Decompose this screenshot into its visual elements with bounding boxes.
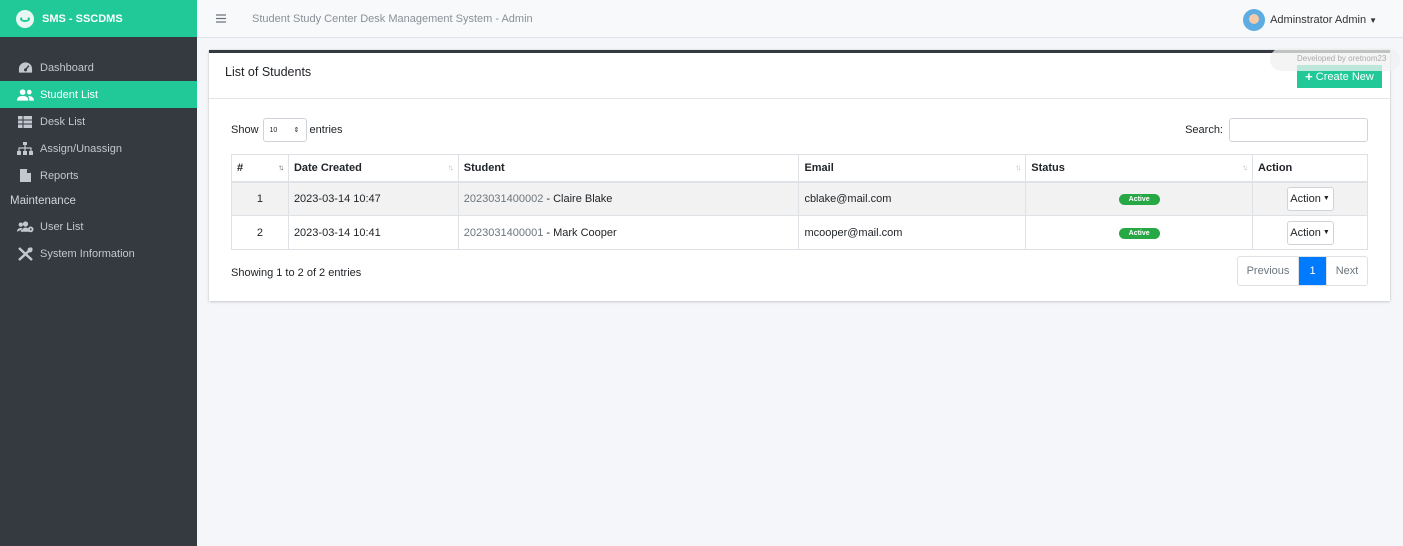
sidebar-item-system-information[interactable]: System Information (0, 240, 197, 267)
sort-icon: ↑↓ (1015, 163, 1021, 172)
sidebar: SMS - SSCDMS Dashboard Student List Desk… (0, 0, 197, 546)
card-title: List of Students (225, 65, 312, 79)
action-cell: Action ▼ (1252, 215, 1368, 250)
column-header-status[interactable]: Status ↑↓ (1025, 154, 1254, 183)
tools-icon (16, 246, 34, 261)
entries-length: Show 10 ⇕ entries (231, 118, 343, 142)
leaf-logo-icon (16, 9, 34, 28)
pagination: Previous 1 Next (1237, 256, 1368, 286)
pagination-previous[interactable]: Previous (1238, 257, 1299, 285)
brand-link[interactable]: SMS - SSCDMS (0, 0, 197, 37)
hamburger-menu-icon[interactable] (216, 12, 226, 26)
sidebar-item-desk-list[interactable]: Desk List (0, 108, 197, 135)
table-row: 2 2023-03-14 10:41 2023031400001 - Mark … (231, 215, 1368, 250)
email-cell: mcooper@mail.com (798, 215, 1027, 250)
sidebar-item-label: Assign/Unassign (40, 142, 122, 155)
entries-select[interactable]: 10 ⇕ (262, 118, 307, 142)
student-list-card: List of Students + Create New Show 10 ⇕ … (209, 50, 1390, 301)
search-label: Search: (1185, 124, 1223, 136)
sort-icon: ↑↓ (1242, 163, 1248, 172)
user-name: Adminstrator Admin (1270, 14, 1367, 26)
column-header-email[interactable]: Email ↑↓ (798, 154, 1027, 183)
column-header-date-created[interactable]: Date Created ↑↓ (287, 154, 459, 183)
plus-icon: + (1305, 69, 1313, 84)
sidebar-item-dashboard[interactable]: Dashboard (0, 54, 197, 81)
student-code: 2023031400002 (463, 192, 544, 205)
student-name: - Claire Blake (543, 192, 613, 205)
system-title: Student Study Center Desk Management Sys… (252, 12, 533, 25)
developer-credit: Developed by oretnom23 (1270, 48, 1400, 71)
sidebar-item-label: Desk List (40, 115, 86, 128)
table-search: Search: (1185, 118, 1368, 142)
email-cell: cblake@mail.com (798, 181, 1027, 216)
table-info: Showing 1 to 2 of 2 entries (231, 267, 362, 279)
sidebar-item-label: System Information (40, 247, 135, 260)
column-header-number[interactable]: # ↑↓ (231, 154, 289, 183)
top-navbar: Student Study Center Desk Management Sys… (197, 0, 1403, 38)
action-dropdown-button[interactable]: Action ▼ (1286, 186, 1334, 211)
action-cell: Action ▼ (1252, 181, 1368, 216)
table-header-row: # ↑↓ Date Created ↑↓ Student Email ↑↓ Statu… (231, 154, 1368, 183)
select-arrows-icon: ⇕ (293, 127, 300, 134)
users-cog-icon (16, 220, 34, 233)
search-input[interactable] (1229, 118, 1368, 142)
sidebar-item-reports[interactable]: Reports (0, 162, 197, 189)
users-icon (16, 88, 34, 101)
tachometer-icon (16, 61, 34, 74)
sidebar-item-label: Dashboard (40, 61, 94, 74)
sidebar-item-student-list[interactable]: Student List (0, 81, 197, 108)
pagination-page-1[interactable]: 1 (1299, 257, 1326, 285)
create-new-label: Create New (1315, 70, 1374, 83)
sidebar-item-label: User List (40, 220, 84, 233)
column-header-student: Student (457, 154, 800, 183)
status-badge: Active (1118, 194, 1160, 206)
student-code: 2023031400001 (463, 226, 544, 239)
brand-name: SMS - SSCDMS (42, 12, 123, 25)
action-dropdown-button[interactable]: Action ▼ (1286, 220, 1334, 245)
show-label: Show (231, 124, 259, 136)
row-number: 2 (231, 215, 289, 250)
date-created: 2023-03-14 10:47 (287, 181, 459, 216)
sitemap-icon (16, 142, 34, 155)
table-row: 1 2023-03-14 10:47 2023031400002 - Clair… (231, 181, 1368, 216)
table-controls: Show 10 ⇕ entries Search: (231, 118, 1368, 142)
sidebar-item-assign-unassign[interactable]: Assign/Unassign (0, 135, 197, 162)
sort-asc-icon: ↑↓ (277, 163, 284, 172)
status-badge: Active (1118, 228, 1160, 239)
caret-down-icon: ▼ (1322, 229, 1330, 236)
file-icon (16, 169, 34, 182)
sidebar-nav: Dashboard Student List Desk List Assign/… (0, 37, 197, 267)
sidebar-item-label: Student List (40, 88, 99, 101)
student-cell: 2023031400002 - Claire Blake (457, 181, 800, 216)
sidebar-item-label: Reports (40, 169, 79, 182)
student-name: - Mark Cooper (543, 226, 617, 239)
pagination-next[interactable]: Next (1326, 257, 1367, 285)
date-created: 2023-03-14 10:41 (287, 215, 459, 250)
caret-down-icon: ▼ (1369, 15, 1377, 25)
column-header-action: Action (1252, 154, 1368, 183)
student-cell: 2023031400001 - Mark Cooper (457, 215, 800, 250)
students-table: # ↑↓ Date Created ↑↓ Student Email ↑↓ Statu… (231, 154, 1368, 250)
table-icon (16, 115, 34, 128)
entries-label: entries (309, 124, 343, 136)
user-menu[interactable]: Adminstrator Admin ▼ (1243, 9, 1377, 31)
row-number: 1 (231, 181, 289, 216)
entries-value: 10 (269, 126, 278, 134)
sidebar-section-maintenance: Maintenance (10, 195, 76, 207)
status-cell: Active (1025, 215, 1254, 250)
card-header: List of Students + Create New (209, 53, 1390, 99)
sort-icon: ↑↓ (447, 163, 454, 172)
sidebar-item-user-list[interactable]: User List (0, 213, 197, 240)
status-cell: Active (1025, 181, 1254, 216)
avatar (1243, 9, 1266, 31)
caret-down-icon: ▼ (1322, 195, 1330, 203)
